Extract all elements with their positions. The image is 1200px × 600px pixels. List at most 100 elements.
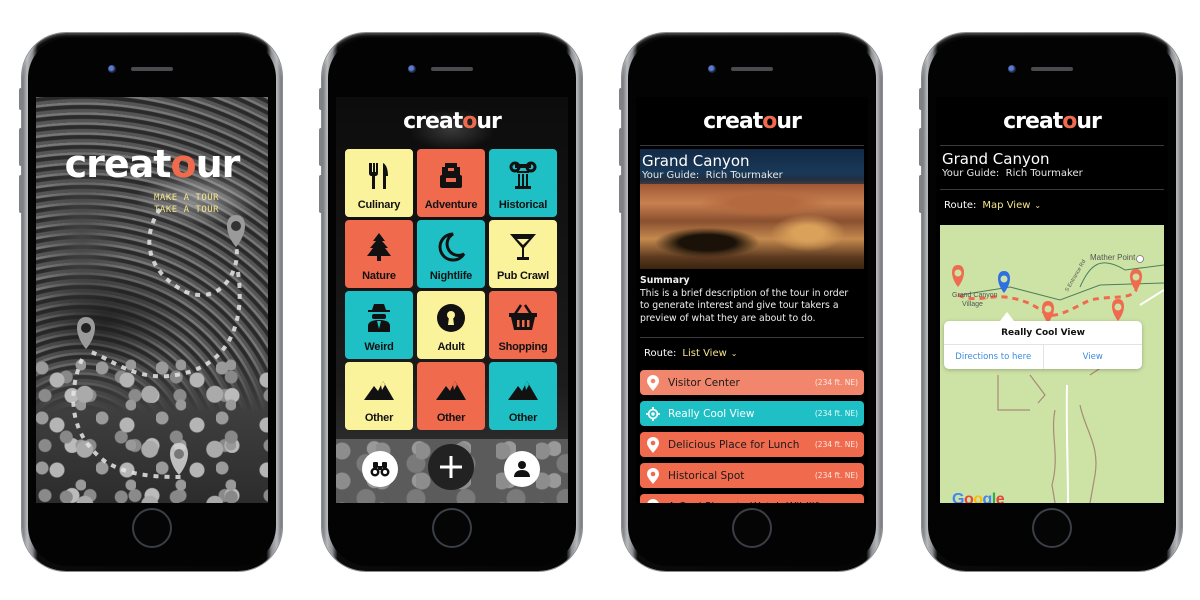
category-tile-shopping[interactable]: Shopping [489,291,557,359]
take-a-tour-link[interactable]: TAKE A TOUR [154,205,219,215]
category-label: Other [508,412,538,424]
logo-text-suffix: ur [776,109,801,134]
tour-title: Grand Canyon [942,150,1050,168]
logo-text-prefix: creat [64,142,172,186]
map-label-village-2: Village [962,301,983,308]
title-divider [940,189,1164,190]
category-tile-culinary[interactable]: Culinary [345,149,413,217]
category-tile-other-3[interactable]: Other [489,362,557,430]
route-view-dropdown[interactable]: Map View ⌄ [982,200,1041,211]
map-pin-icon[interactable] [1112,299,1124,321]
column-icon [509,161,537,189]
create-tour-button[interactable] [428,444,474,490]
phone-splash: creatour MAKE A TOUR TAKE A TOUR [19,33,282,571]
tree-icon [367,233,391,261]
explore-button[interactable] [362,451,398,487]
header-logo: creatour [336,97,568,147]
map-pin-icon-selected[interactable] [998,271,1010,293]
home-button [1032,508,1072,548]
phone-tour-map: creatour Grand Canyon Your Guide: Rich T… [919,33,1182,571]
categories-screen: creatour Culinary Adventure Historical N… [336,97,568,503]
mute-switch [319,88,322,110]
map-highway [1065,384,1069,503]
map-pin-icon [647,467,659,484]
header-logo: creatour [636,97,868,147]
stop-item[interactable]: Really Cool View (234 ft. NE) [640,401,864,426]
tour-guide: Your Guide: Rich Tourmaker [642,170,862,181]
logo-text-prefix: creat [403,109,463,134]
header-divider [940,145,1164,146]
map-pin-icon[interactable] [952,265,964,287]
stop-distance: (234 ft. NE) [814,378,858,387]
tour-heading: Grand Canyon Your Guide: Rich Tourmaker [942,150,1083,179]
popup-title: Really Cool View [944,321,1142,345]
profile-button[interactable] [504,451,540,487]
guide-name[interactable]: Rich Tourmaker [1006,168,1083,179]
stop-item[interactable]: A Cool Place to Watch Wildlife [640,494,864,503]
mountain-icon [364,381,394,400]
stop-name: Visitor Center [668,376,740,389]
guide-name[interactable]: Rich Tourmaker [706,170,783,181]
phone-tour-list: creatour Grand Canyon Your Guide: Rich T… [619,33,882,571]
stop-item[interactable]: Historical Spot (234 ft. NE) [640,463,864,488]
stop-item[interactable]: Visitor Center (234 ft. NE) [640,370,864,395]
logo-text-suffix: ur [476,109,501,134]
directions-button[interactable]: Directions to here [944,345,1043,369]
cocktail-icon [510,234,536,260]
volume-down-button [319,175,322,213]
category-label: Shopping [498,341,548,353]
category-tile-pub-crawl[interactable]: Pub Crawl [489,220,557,288]
front-camera [408,65,416,73]
keyhole-icon [437,304,465,332]
map-pin-icon[interactable] [1042,301,1054,323]
category-tile-historical[interactable]: Historical [489,149,557,217]
map-pin-icon [227,215,245,247]
stop-name: Delicious Place for Lunch [668,438,800,451]
logo-pin-icon: o [170,142,196,186]
front-camera [1008,65,1016,73]
map-pin-icon [647,436,659,453]
logo-pin-icon: o [1062,109,1077,134]
mute-switch [619,88,622,110]
spy-icon [368,304,390,332]
map-pin-icon [647,374,659,391]
mountain-icon [508,381,538,400]
earpiece-speaker [131,67,173,71]
category-tile-weird[interactable]: Weird [345,291,413,359]
route-label: Route: [644,348,677,359]
category-label: Nature [362,270,396,282]
view-stop-button[interactable]: View [1042,345,1143,369]
tour-guide: Your Guide: Rich Tourmaker [942,168,1083,179]
locate-target-icon [646,406,660,421]
stop-item[interactable]: Delicious Place for Lunch (234 ft. NE) [640,432,864,457]
google-attribution[interactable]: Google [952,491,1005,503]
chevron-down-icon: ⌄ [730,349,738,358]
stop-distance: (234 ft. NE) [814,409,858,418]
category-tile-adventure[interactable]: Adventure [417,149,485,217]
map-pin-icon[interactable] [1130,269,1142,291]
binoculars-icon [370,462,390,477]
category-tile-adult[interactable]: Adult [417,291,485,359]
home-button [732,508,772,548]
category-tile-other-2[interactable]: Other [417,362,485,430]
route-view-value: Map View [982,200,1031,211]
stop-name: Really Cool View [668,407,755,420]
earpiece-speaker [431,67,473,71]
category-tile-nightlife[interactable]: Nightlife [417,220,485,288]
hero-caption: Grand Canyon Your Guide: Rich Tourmaker [640,149,864,184]
map-label-village: Grand Canyon [952,292,998,299]
route-map[interactable]: Mather Point Grand Canyon Village S Entr… [940,225,1164,503]
logo-text-prefix: creat [1003,109,1063,134]
fork-knife-icon [369,163,388,189]
guide-label: Your Guide: [642,170,700,181]
make-a-tour-link[interactable]: MAKE A TOUR [154,193,219,203]
logo-pin-icon: o [462,109,477,134]
route-view-value: List View [682,348,727,359]
route-view-dropdown[interactable]: List View ⌄ [682,348,737,359]
route-view-selector: Route: List View ⌄ [644,348,738,359]
category-tile-nature[interactable]: Nature [345,220,413,288]
category-tile-other-1[interactable]: Other [345,362,413,430]
logo-text-suffix: ur [1076,109,1101,134]
plus-icon [440,456,462,478]
volume-down-button [19,175,22,213]
